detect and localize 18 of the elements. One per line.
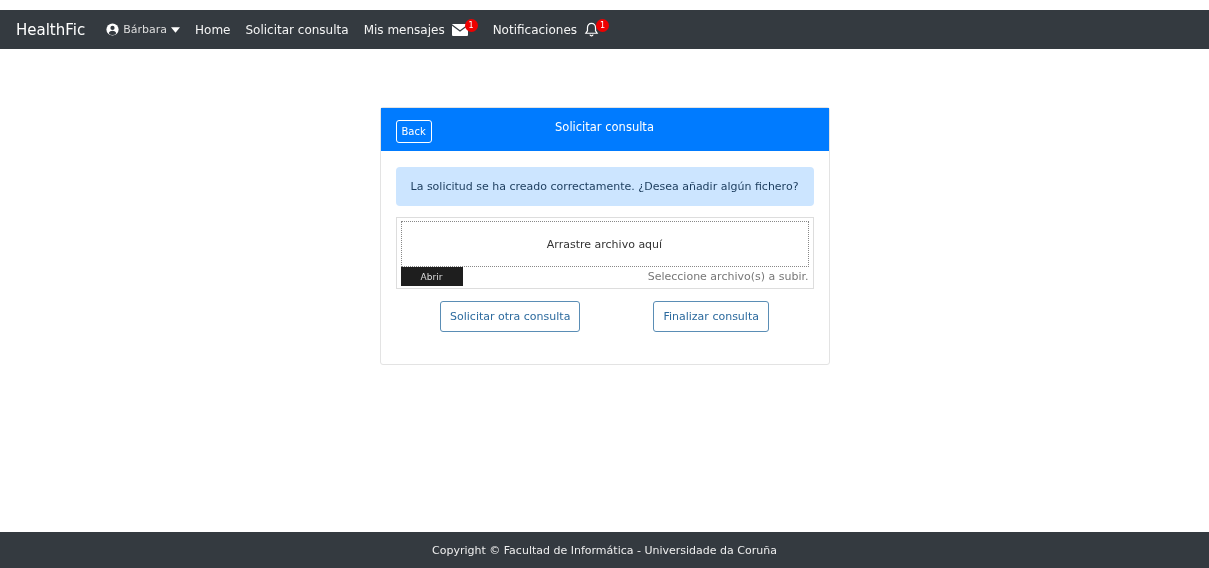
- envelope-icon: [451, 23, 468, 36]
- user-icon: [106, 23, 120, 36]
- brand-link[interactable]: HealthFic: [16, 20, 86, 39]
- caret-icon: [171, 26, 180, 33]
- action-button[interactable]: Finalizar consulta: [653, 301, 769, 332]
- nav-link[interactable]: Solicitar consulta: [245, 22, 349, 37]
- upload-status-text: Seleccione archivo(s) a subir.: [647, 270, 809, 283]
- open-button[interactable]: Abrir: [400, 267, 463, 286]
- back-button[interactable]: Back: [395, 120, 432, 143]
- copyright-text: Copyright © Facultad de Informática - Universidade da Coruña: [432, 543, 777, 557]
- nav-link[interactable]: Home: [195, 22, 231, 37]
- card-title: Solicitar consulta: [555, 120, 654, 134]
- notification-badge: 1: [596, 18, 610, 32]
- bell-icon: [584, 22, 600, 37]
- action-button[interactable]: Solicitar otra consulta: [440, 301, 581, 332]
- notification-badge: 1: [464, 18, 478, 32]
- info-alert: La solicitud se ha creado correctamente. ¿Desea añadir algún fichero?: [395, 167, 814, 206]
- user-dropdown[interactable]: Bárbara: [106, 23, 180, 36]
